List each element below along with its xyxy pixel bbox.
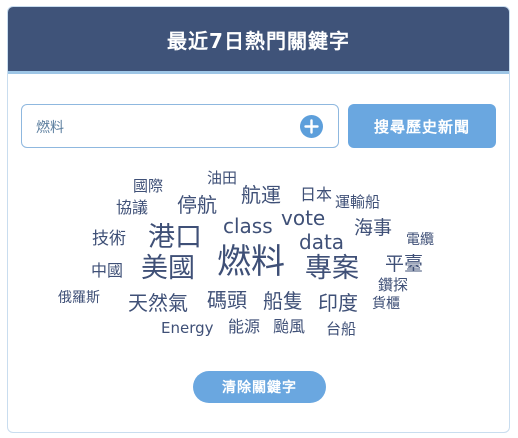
- keyword-item[interactable]: 中國: [91, 263, 123, 279]
- clear-keywords-button[interactable]: 清除關鍵字: [193, 371, 326, 403]
- keyword-item[interactable]: 協議: [116, 200, 148, 216]
- keyword-item[interactable]: 鑽探: [378, 278, 408, 293]
- keyword-item[interactable]: 能源: [228, 319, 260, 335]
- keyword-item[interactable]: 貨櫃: [372, 297, 400, 311]
- keyword-item[interactable]: class: [223, 216, 273, 236]
- keyword-item[interactable]: 技術: [92, 231, 126, 248]
- keyword-item[interactable]: 運輸船: [335, 195, 380, 210]
- keyword-item[interactable]: 印度: [318, 293, 358, 313]
- keyword-item[interactable]: 碼頭: [207, 290, 247, 310]
- keyword-item[interactable]: 專案: [305, 255, 359, 282]
- keyword-item[interactable]: 油田: [207, 171, 237, 186]
- keyword-item[interactable]: 海事: [354, 219, 392, 238]
- keyword-item[interactable]: 港口: [148, 224, 202, 251]
- keyword-cloud: 國際 油田 協議 停航 航運 日本 運輸船 class vote 海事 技術 港…: [8, 7, 509, 432]
- keyword-item[interactable]: Energy: [161, 321, 214, 336]
- keyword-item[interactable]: 台船: [326, 322, 356, 337]
- keyword-item[interactable]: 日本: [300, 187, 332, 203]
- keyword-item[interactable]: 停航: [177, 195, 217, 215]
- keyword-item[interactable]: 俄羅斯: [58, 291, 100, 305]
- keyword-item[interactable]: 美國: [141, 255, 195, 282]
- keyword-item[interactable]: 國際: [133, 179, 163, 194]
- keyword-item[interactable]: 颱風: [273, 319, 305, 335]
- keyword-item[interactable]: 航運: [241, 185, 281, 205]
- keyword-item[interactable]: 電纜: [406, 233, 434, 247]
- keyword-item[interactable]: 燃料: [217, 245, 285, 279]
- keyword-item[interactable]: 天然氣: [128, 293, 188, 313]
- keyword-item[interactable]: 船隻: [263, 291, 303, 311]
- keyword-item[interactable]: vote: [281, 208, 325, 228]
- keyword-item[interactable]: 平臺: [385, 255, 423, 274]
- keyword-item[interactable]: data: [299, 232, 344, 252]
- hot-keywords-card: 最近7日熱門關鍵字 搜尋歷史新聞 國際 油田 協議 停航 航運 日本 運輸船 c…: [7, 6, 510, 433]
